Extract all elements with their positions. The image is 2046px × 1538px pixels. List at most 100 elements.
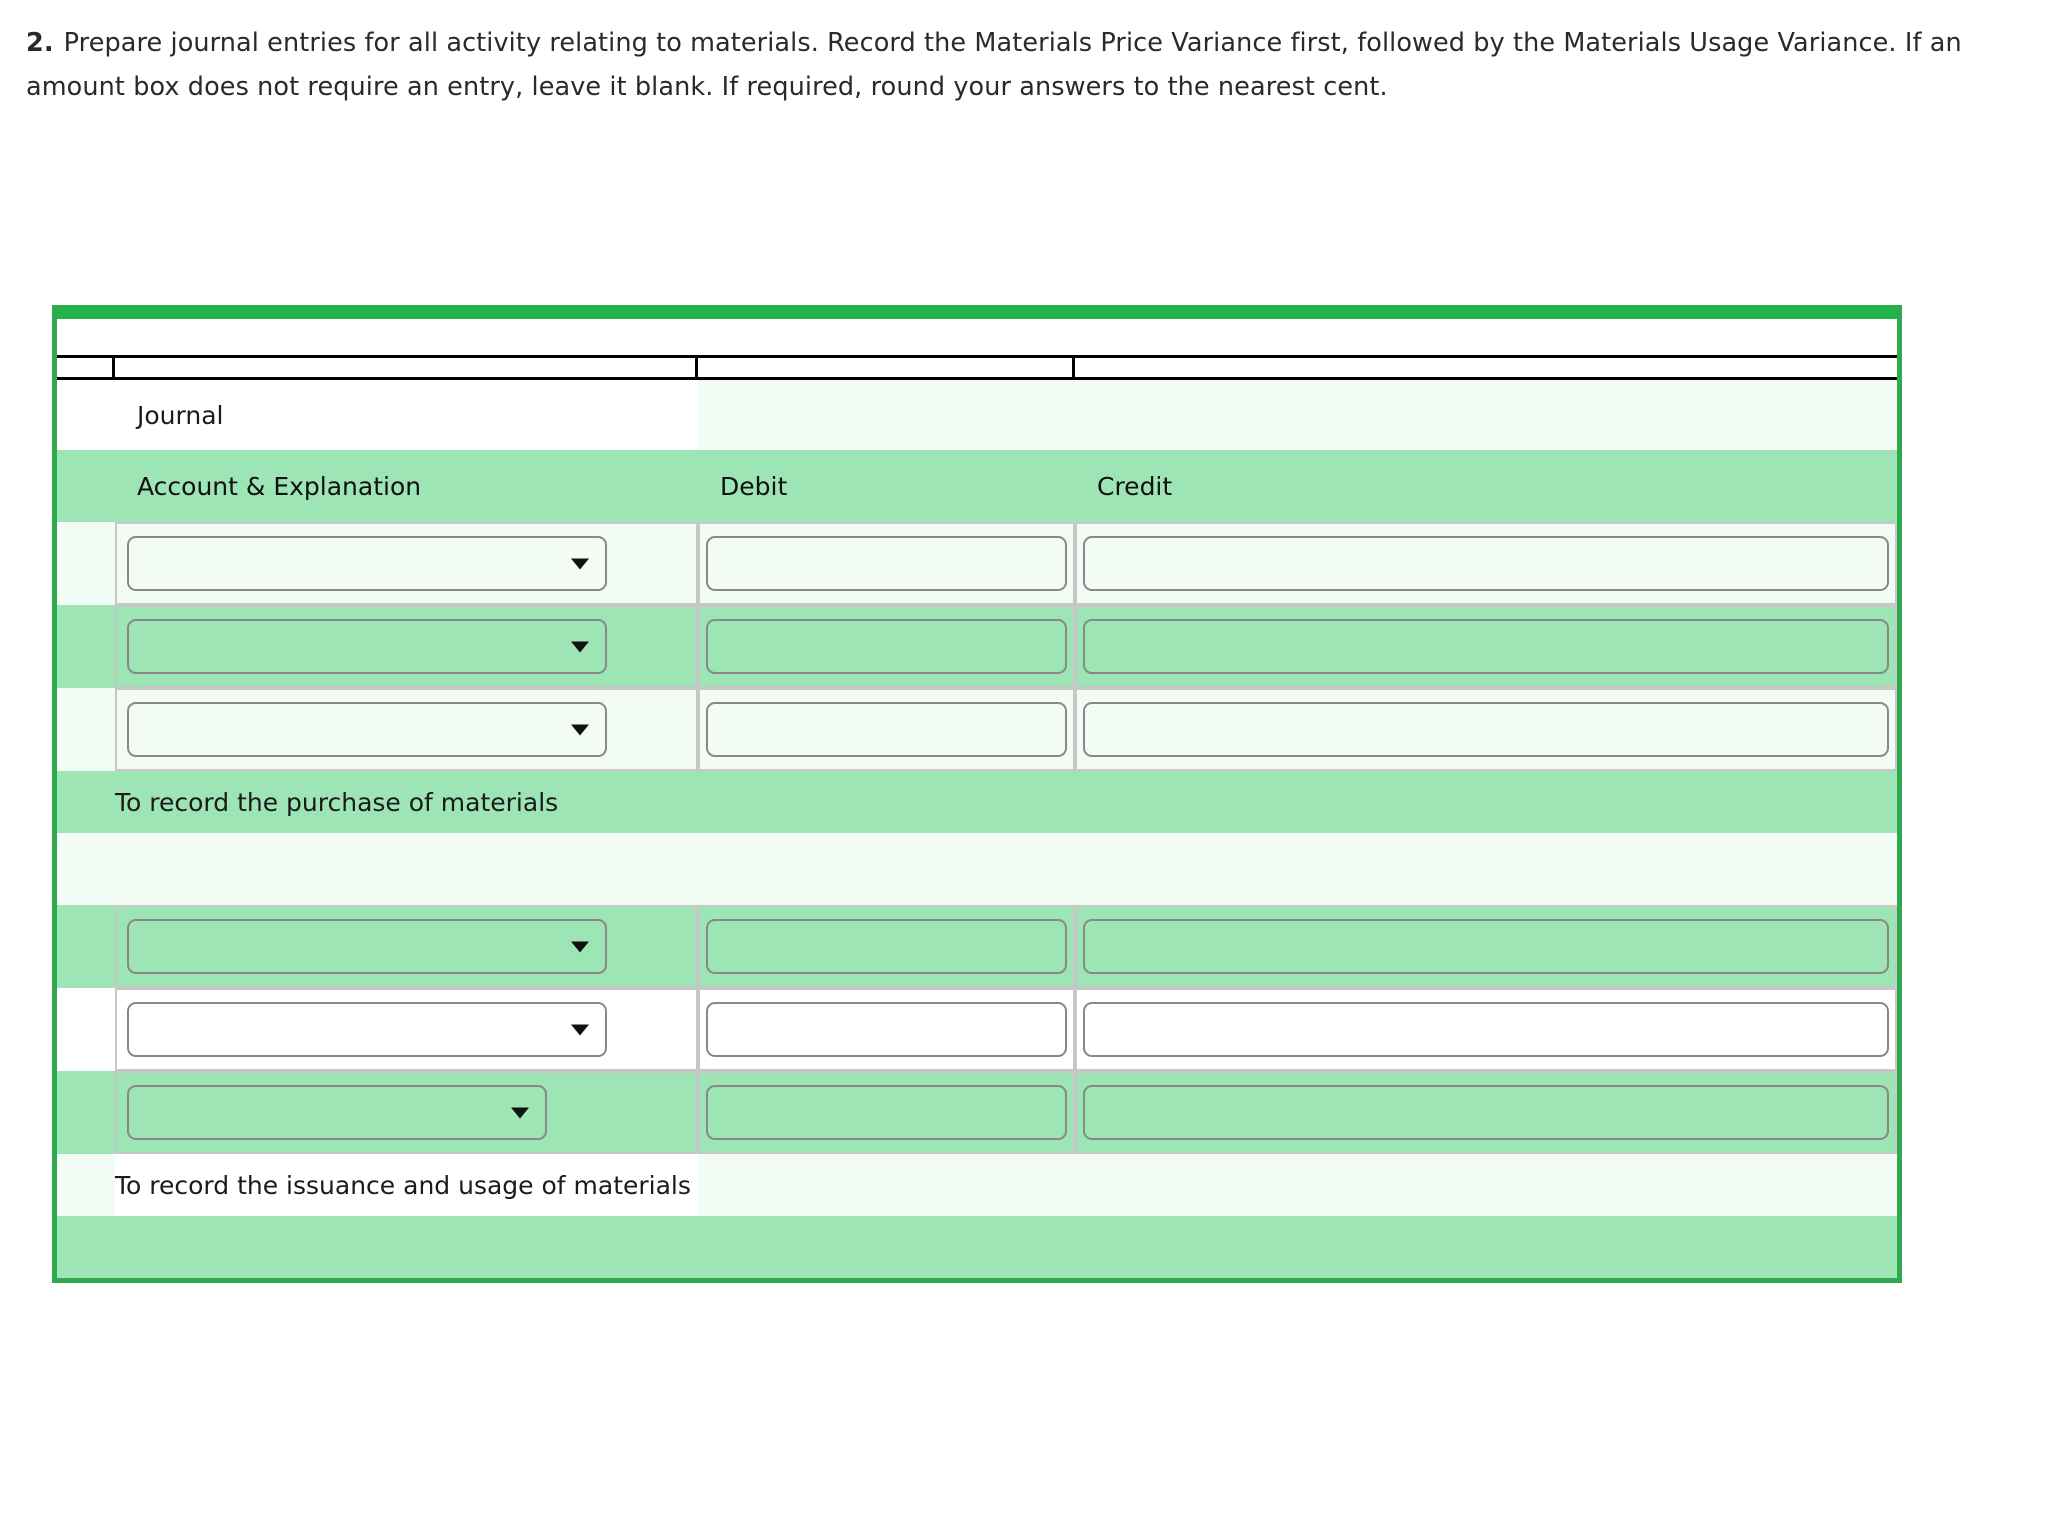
row-gutter <box>57 1154 115 1216</box>
account-cell <box>115 1071 698 1154</box>
credit-cell-box <box>1075 605 1897 688</box>
journal-top-accent-bar <box>57 305 1897 319</box>
chevron-down-icon <box>571 641 589 652</box>
rule-cell-credit <box>1075 358 1897 377</box>
tail-account <box>115 1216 698 1278</box>
account-select-6[interactable] <box>127 1085 547 1140</box>
account-cell-box <box>115 988 698 1071</box>
credit-cell-box <box>1075 522 1897 605</box>
table-row <box>57 605 1897 688</box>
account-cell-box <box>115 1071 698 1154</box>
journal-rule-row <box>57 355 1897 380</box>
debit-cell <box>698 522 1075 605</box>
account-select-4[interactable] <box>127 919 607 974</box>
question-text: Prepare journal entries for all activity… <box>26 28 1962 102</box>
row-gutter <box>57 1216 115 1278</box>
debit-cell-box <box>698 688 1075 771</box>
spacer-account <box>115 833 698 905</box>
spacer-credit <box>1075 833 1897 905</box>
rule-cell-gutter <box>57 358 115 377</box>
credit-input-1[interactable] <box>1083 536 1889 591</box>
debit-input-2[interactable] <box>706 619 1067 674</box>
column-header-credit: Credit <box>1075 450 1897 522</box>
debit-cell <box>698 905 1075 988</box>
debit-cell <box>698 688 1075 771</box>
row-gutter <box>57 1071 115 1154</box>
account-cell <box>115 605 698 688</box>
row-gutter <box>57 522 115 605</box>
journal-table: Journal Account & Explanation Debit Cred… <box>57 380 1897 1278</box>
journal-header-row: Account & Explanation Debit Credit <box>57 450 1897 522</box>
tail-credit <box>1075 1216 1897 1278</box>
rule-cell-account <box>115 358 698 377</box>
credit-cell <box>1075 1071 1897 1154</box>
credit-cell <box>1075 988 1897 1071</box>
table-row <box>57 522 1897 605</box>
credit-input-2[interactable] <box>1083 619 1889 674</box>
chevron-down-icon <box>571 558 589 569</box>
credit-cell-box <box>1075 688 1897 771</box>
debit-cell-box <box>698 905 1075 988</box>
credit-cell-box <box>1075 1071 1897 1154</box>
journal-title-row: Journal <box>57 380 1897 450</box>
credit-input-3[interactable] <box>1083 702 1889 757</box>
spacer-debit <box>698 833 1075 905</box>
row-gutter <box>57 833 115 905</box>
credit-cell-box <box>1075 988 1897 1071</box>
debit-cell <box>698 988 1075 1071</box>
table-row <box>57 988 1897 1071</box>
account-select-1[interactable] <box>127 536 607 591</box>
tail-debit <box>698 1216 1075 1278</box>
column-header-account: Account & Explanation <box>115 450 698 522</box>
debit-input-4[interactable] <box>706 919 1067 974</box>
journal-frame: Journal Account & Explanation Debit Cred… <box>52 305 1902 1283</box>
credit-input-4[interactable] <box>1083 919 1889 974</box>
account-select-3[interactable] <box>127 702 607 757</box>
credit-input-5[interactable] <box>1083 1002 1889 1057</box>
debit-input-6[interactable] <box>706 1085 1067 1140</box>
debit-cell-box <box>698 605 1075 688</box>
debit-cell-box <box>698 1071 1075 1154</box>
credit-cell <box>1075 688 1897 771</box>
explanation-text-purchase: To record the purchase of materials <box>115 771 698 833</box>
row-gutter <box>57 605 115 688</box>
debit-input-5[interactable] <box>706 1002 1067 1057</box>
chevron-down-icon <box>571 941 589 952</box>
row-gutter <box>57 988 115 1071</box>
chevron-down-icon <box>571 1024 589 1035</box>
explanation-text-issuance: To record the issuance and usage of mate… <box>115 1154 698 1216</box>
journal-title-spacer-debit <box>698 380 1075 450</box>
journal-title: Journal <box>115 380 698 450</box>
debit-cell-box <box>698 988 1075 1071</box>
account-cell <box>115 688 698 771</box>
explanation-spacer-credit <box>1075 1154 1897 1216</box>
account-select-5[interactable] <box>127 1002 607 1057</box>
credit-cell <box>1075 605 1897 688</box>
table-row <box>57 1071 1897 1154</box>
debit-cell <box>698 605 1075 688</box>
header-gutter <box>57 450 115 522</box>
explanation-spacer-debit <box>698 771 1075 833</box>
account-select-2[interactable] <box>127 619 607 674</box>
credit-cell <box>1075 905 1897 988</box>
question-block: 2. Prepare journal entries for all activi… <box>0 0 2046 110</box>
explanation-row-purchase: To record the purchase of materials <box>57 771 1897 833</box>
table-row <box>57 688 1897 771</box>
account-cell <box>115 988 698 1071</box>
table-row <box>57 905 1897 988</box>
explanation-spacer-credit <box>1075 771 1897 833</box>
debit-input-1[interactable] <box>706 536 1067 591</box>
debit-cell-box <box>698 522 1075 605</box>
row-gutter <box>57 905 115 988</box>
account-cell <box>115 522 698 605</box>
chevron-down-icon <box>511 1107 529 1118</box>
explanation-spacer-debit <box>698 1154 1075 1216</box>
account-cell-box <box>115 605 698 688</box>
gutter-cell <box>57 380 115 450</box>
debit-input-3[interactable] <box>706 702 1067 757</box>
row-gutter <box>57 771 115 833</box>
rule-cell-debit <box>698 358 1075 377</box>
journal-tail-row <box>57 1216 1897 1278</box>
credit-input-6[interactable] <box>1083 1085 1889 1140</box>
credit-cell-box <box>1075 905 1897 988</box>
